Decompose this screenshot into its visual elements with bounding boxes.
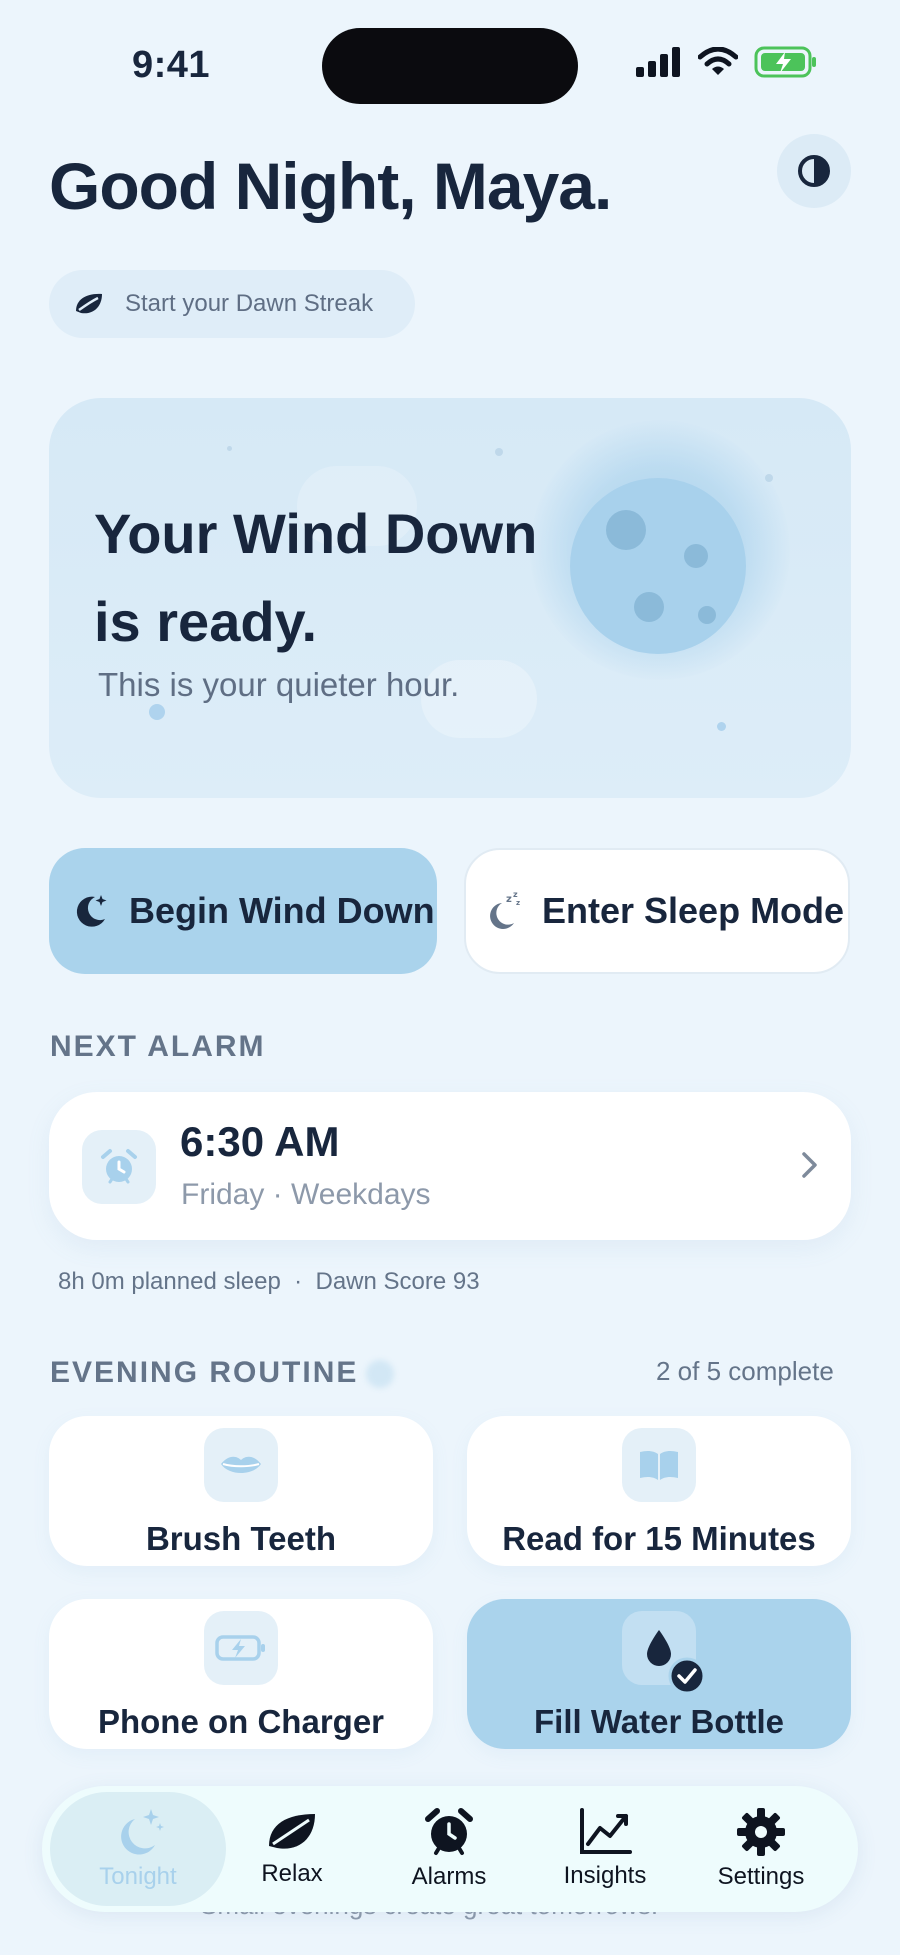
lips-icon [221,1456,261,1473]
tab-tonight[interactable]: Tonight [50,1792,226,1906]
alarm-icon-tile [82,1130,156,1204]
tab-alarms[interactable]: Alarms [361,1792,537,1906]
routine-item-water-bottle[interactable]: Fill Water Bottle [467,1599,851,1749]
svg-text:z: z [516,899,520,907]
status-icons [636,46,818,78]
moon-illustration [570,478,746,654]
routine-item-read[interactable]: Read for 15 Minutes [467,1416,851,1566]
moon-stars-icon [121,1809,164,1855]
begin-wind-down-button[interactable]: Begin Wind Down [49,848,437,974]
tab-label: Alarms [411,1863,487,1890]
routine-item-label: Phone on Charger [97,1703,385,1740]
routine-item-label: Read for 15 Minutes [502,1520,816,1557]
leaf-icon [269,1814,315,1849]
routine-item-phone-charger[interactable]: Phone on Charger [49,1599,433,1749]
theme-toggle-button[interactable] [777,134,851,208]
begin-wind-down-label: Begin Wind Down [129,890,435,931]
svg-text:z: z [513,890,518,899]
sleep-moon-icon: z z z [490,890,520,929]
routine-icon-tile [622,1611,706,1695]
battery-charging-status-icon [754,46,816,78]
tab-label: Tonight [99,1863,177,1890]
alarm-time: 6:30 AM [180,1118,340,1165]
wifi-icon [698,47,738,75]
contrast-icon [798,155,830,187]
gear-icon [737,1808,785,1856]
dynamic-island [322,28,578,104]
routine-item-label: Brush Teeth [145,1520,337,1557]
routine-indicator-dot [366,1360,394,1388]
next-alarm-heading: NEXT ALARM [50,1030,266,1063]
tab-label: Relax [261,1860,323,1887]
next-alarm-card[interactable] [49,1092,851,1240]
hero-title: Your Wind Down is ready. [94,502,538,653]
streak-label: Start your Dawn Streak [125,290,374,317]
evening-routine-heading: EVENING ROUTINE [50,1356,359,1389]
tab-label: Settings [717,1863,805,1890]
dawn-streak-button[interactable]: Start your Dawn Streak [49,270,415,338]
tab-insights[interactable]: Insights [517,1792,693,1906]
tab-label: Insights [563,1862,647,1889]
status-time: 9:41 [132,44,211,86]
alarm-days: Friday · Weekdays [181,1178,431,1211]
routine-icon-tile [622,1428,696,1502]
page-title: Good Night, Maya. [49,149,612,223]
battery-charging-icon [215,1635,265,1661]
check-badge-icon [668,1657,706,1695]
sleep-summary: 8h 0m planned sleep · Dawn Score 93 [58,1268,480,1295]
cellular-signal-icon [636,47,680,77]
routine-icon-tile [204,1428,278,1502]
moon-stars-icon [76,895,107,927]
tab-settings[interactable]: Settings [673,1792,849,1906]
alarm-clock-icon [425,1808,473,1855]
book-icon [640,1450,678,1480]
svg-text:z: z [506,894,512,905]
routine-progress: 2 of 5 complete [656,1356,834,1386]
enter-sleep-mode-label: Enter Sleep Mode [542,890,845,931]
routine-item-brush-teeth[interactable]: Brush Teeth [49,1416,433,1566]
hero-subtitle: This is your quieter hour. [98,666,460,703]
routine-icon-tile [204,1611,278,1685]
leaf-icon [76,293,102,314]
enter-sleep-mode-button[interactable]: z z z Enter Sleep Mode [464,848,850,974]
alarm-clock-icon [101,1149,137,1184]
chevron-right-icon [800,1150,820,1185]
tab-relax[interactable]: Relax [204,1792,380,1906]
routine-item-label: Fill Water Bottle [534,1703,784,1740]
chart-line-icon [580,1808,632,1854]
